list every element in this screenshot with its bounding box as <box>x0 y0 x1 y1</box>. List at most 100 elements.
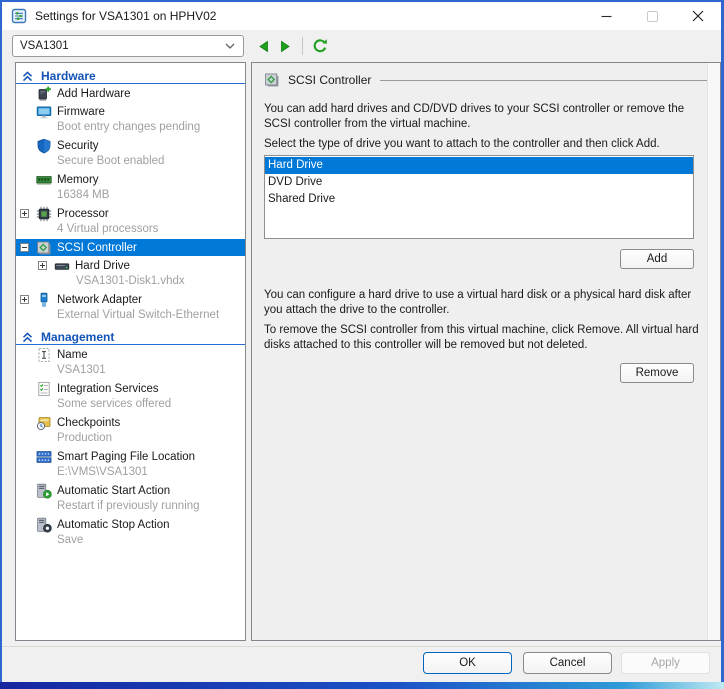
section-label: Management <box>41 330 114 344</box>
titlebar: Settings for VSA1301 on HPHV02 <box>2 2 721 30</box>
add-button[interactable]: Add <box>620 249 694 269</box>
section-header-management[interactable]: Management <box>16 330 245 345</box>
integration-services-icon <box>36 381 52 397</box>
network-adapter-icon <box>36 292 52 308</box>
settings-tree: HardwareAdd HardwareFirmwareBoot entry c… <box>15 62 246 641</box>
collapse-section-icon <box>22 71 33 82</box>
expander-spacer <box>20 350 29 359</box>
expander-spacer <box>20 418 29 427</box>
settings-window: Settings for VSA1301 on HPHV02 VSA1301 H… <box>0 0 724 689</box>
security-icon <box>36 138 52 154</box>
automatic-start-icon <box>36 483 52 499</box>
ok-button[interactable]: OK <box>423 652 512 674</box>
sidebar-item-hard-drive[interactable]: Hard Drive <box>16 257 245 274</box>
expander-spacer <box>20 107 29 116</box>
sidebar-item-label: Automatic Stop Action <box>57 519 170 531</box>
sidebar-item-label: Add Hardware <box>57 88 131 100</box>
expand-icon[interactable] <box>20 209 29 218</box>
sidebar-item-label: Automatic Start Action <box>57 485 170 497</box>
sidebar-item-firmware[interactable]: Firmware <box>16 103 245 120</box>
sidebar-item-processor[interactable]: Processor <box>16 205 245 222</box>
sidebar-item-label: Security <box>57 140 99 152</box>
collapse-icon[interactable] <box>20 243 29 252</box>
panel-description-configure: You can configure a hard drive to use a … <box>264 288 708 318</box>
cancel-button[interactable]: Cancel <box>523 652 612 674</box>
sidebar-item-sublabel: VSA1301 <box>16 363 245 379</box>
scsi-controller-icon <box>36 240 52 256</box>
sidebar-item-sublabel: External Virtual Switch-Ethernet <box>16 308 245 324</box>
drive-type-listbox[interactable]: Hard DriveDVD DriveShared Drive <box>264 155 694 239</box>
expander-spacer <box>20 486 29 495</box>
sidebar-item-label: Processor <box>57 208 109 220</box>
minimize-button[interactable] <box>583 2 629 30</box>
window-controls <box>583 2 721 30</box>
sidebar-item-scsi-controller[interactable]: SCSI Controller <box>16 239 245 256</box>
refresh-button[interactable] <box>309 35 331 57</box>
drive-type-option-shared-drive[interactable]: Shared Drive <box>265 191 693 208</box>
expander-spacer <box>20 89 29 98</box>
sidebar-item-add-hardware[interactable]: Add Hardware <box>16 85 245 102</box>
sidebar-item-label: Firmware <box>57 106 105 118</box>
window-border-top <box>0 0 724 2</box>
section-header-hardware[interactable]: Hardware <box>16 69 245 84</box>
sidebar-item-smart-paging-file-location[interactable]: Smart Paging File Location <box>16 448 245 465</box>
sidebar-item-memory[interactable]: Memory <box>16 171 245 188</box>
vm-selector-value: VSA1301 <box>20 40 69 52</box>
sidebar-item-label: Smart Paging File Location <box>57 451 195 463</box>
drive-type-option-hard-drive[interactable]: Hard Drive <box>265 157 693 174</box>
settings-app-icon <box>11 8 27 24</box>
sidebar-item-label: Hard Drive <box>75 260 130 272</box>
drive-type-option-dvd-drive[interactable]: DVD Drive <box>265 174 693 191</box>
scsi-controller-icon <box>264 72 280 88</box>
expander-spacer <box>20 141 29 150</box>
sidebar-item-sublabel: Secure Boot enabled <box>16 154 245 170</box>
smart-paging-icon <box>36 449 52 465</box>
sidebar-item-automatic-stop-action[interactable]: Automatic Stop Action <box>16 516 245 533</box>
panel-description-remove: To remove the SCSI controller from this … <box>264 323 708 353</box>
sidebar-item-network-adapter[interactable]: Network Adapter <box>16 291 245 308</box>
panel-title: SCSI Controller <box>288 73 371 87</box>
sidebar-item-security[interactable]: Security <box>16 137 245 154</box>
scsi-controller-panel: SCSI Controller You can add hard drives … <box>251 62 721 641</box>
chevron-down-icon <box>225 43 235 49</box>
expander-spacer <box>20 175 29 184</box>
sidebar-item-label: Memory <box>57 174 99 186</box>
sidebar-item-sublabel: Production <box>16 431 245 447</box>
window-title: Settings for VSA1301 on HPHV02 <box>35 9 216 23</box>
panel-header: SCSI Controller <box>264 70 708 90</box>
processor-icon <box>36 206 52 222</box>
expander-spacer <box>20 452 29 461</box>
panel-scrollbar-track <box>707 63 720 640</box>
navigate-forward-button[interactable] <box>274 35 296 57</box>
remove-button[interactable]: Remove <box>620 363 694 383</box>
vm-selector-dropdown[interactable]: VSA1301 <box>12 35 244 57</box>
hard-drive-icon <box>54 258 70 274</box>
close-button[interactable] <box>675 2 721 30</box>
sidebar-item-label: SCSI Controller <box>57 242 137 254</box>
sidebar-item-automatic-start-action[interactable]: Automatic Start Action <box>16 482 245 499</box>
sidebar-item-checkpoints[interactable]: Checkpoints <box>16 414 245 431</box>
window-border-left <box>0 0 2 689</box>
expand-icon[interactable] <box>38 261 47 270</box>
sidebar-item-label: Name <box>57 349 88 361</box>
toolbar-separator <box>302 37 303 55</box>
sidebar-item-label: Checkpoints <box>57 417 120 429</box>
window-border-bottom <box>0 682 724 689</box>
expander-spacer <box>20 520 29 529</box>
sidebar-item-sublabel: 4 Virtual processors <box>16 222 245 238</box>
select-drive-prompt: Select the type of drive you want to att… <box>264 137 708 152</box>
sidebar-item-name[interactable]: Name <box>16 346 245 363</box>
sidebar-item-label: Integration Services <box>57 383 159 395</box>
expand-icon[interactable] <box>20 295 29 304</box>
toolbar: VSA1301 <box>2 30 721 62</box>
panel-description-add: You can add hard drives and CD/DVD drive… <box>264 102 708 132</box>
sidebar-item-integration-services[interactable]: Integration Services <box>16 380 245 397</box>
automatic-stop-icon <box>36 517 52 533</box>
header-rule <box>380 80 708 81</box>
apply-button: Apply <box>621 652 710 674</box>
navigate-back-button[interactable] <box>252 35 274 57</box>
maximize-button <box>629 2 675 30</box>
checkpoints-icon <box>36 415 52 431</box>
sidebar-item-sublabel: Some services offered <box>16 397 245 413</box>
memory-icon <box>36 172 52 188</box>
